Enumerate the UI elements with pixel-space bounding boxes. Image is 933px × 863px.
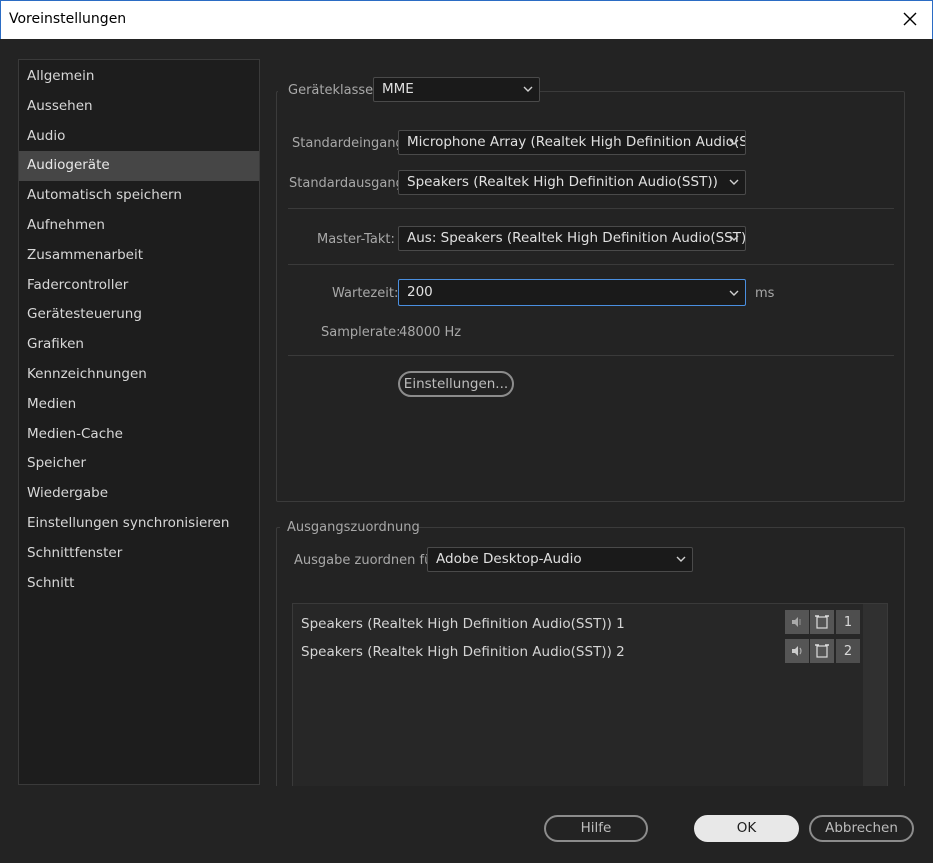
sidebar-item[interactable]: Schnitt (19, 569, 259, 599)
sidebar-item[interactable]: Medien (19, 390, 259, 420)
sidebar-item[interactable]: Wiedergabe (19, 479, 259, 509)
sample-rate-label: Samplerate: (321, 325, 401, 340)
sidebar-item[interactable]: Audiogeräte (19, 151, 259, 182)
chevron-down-icon (729, 235, 739, 241)
map-output-for-value: Adobe Desktop-Audio (436, 551, 582, 567)
sidebar-item[interactable]: Fadercontroller (19, 271, 259, 301)
sidebar-item[interactable]: Automatisch speichern (19, 181, 259, 211)
default-input-label: Standardeingang: (292, 136, 409, 151)
chevron-down-icon (729, 290, 739, 296)
device-settings-button[interactable]: Einstellungen... (398, 371, 514, 397)
default-output-value: Speakers (Realtek High Definition Audio(… (407, 174, 718, 190)
scrollbar[interactable] (863, 604, 887, 792)
sidebar-item[interactable]: Gerätesteuerung (19, 300, 259, 330)
chevron-down-icon (729, 179, 739, 185)
chevron-down-icon (676, 556, 686, 562)
default-output-label: Standardausgang: (289, 176, 409, 191)
preferences-category-list: Allgemein Aussehen Audio Audiogeräte Automat… (18, 59, 260, 785)
default-output-dropdown[interactable]: Speakers (Realtek High Definition Audio(… (398, 170, 746, 195)
sidebar-item[interactable]: Medien-Cache (19, 420, 259, 450)
help-button[interactable]: Hilfe (544, 815, 648, 842)
sidebar-item[interactable]: Kennzeichnungen (19, 360, 259, 390)
chevron-down-icon (729, 139, 739, 145)
help-button-label: Hilfe (580, 820, 612, 836)
divider (288, 355, 894, 356)
sidebar-item[interactable]: Einstellungen synchronisieren (19, 509, 259, 539)
device-settings-button-label: Einstellungen... (403, 376, 509, 392)
speaker-left-icon[interactable] (785, 610, 809, 634)
master-clock-value: Aus: Speakers (Realtek High Definition A… (407, 230, 746, 246)
map-output-for-dropdown[interactable]: Adobe Desktop-Audio (427, 547, 693, 572)
cancel-button-label: Abbrechen (825, 820, 898, 836)
sidebar-item[interactable]: Aufnehmen (19, 211, 259, 241)
close-icon[interactable] (896, 5, 924, 33)
sidebar-item[interactable]: Schnittfenster (19, 539, 259, 569)
map-output-for-label: Ausgabe zuordnen für: (294, 553, 442, 568)
latency-unit: ms (755, 286, 775, 301)
channel-frame-icon[interactable] (810, 610, 834, 634)
channel-number-button[interactable]: 2 (836, 639, 860, 663)
sample-rate-value: 48000 Hz (399, 325, 462, 340)
title-bar: Voreinstellungen (0, 0, 933, 39)
latency-label: Wartezeit: (332, 286, 399, 301)
window-title: Voreinstellungen (9, 11, 127, 27)
cancel-button[interactable]: Abbrechen (809, 815, 914, 842)
output-channel-list[interactable]: Speakers (Realtek High Definition Audio(… (292, 603, 888, 793)
chevron-down-icon (523, 86, 533, 92)
ok-button-label: OK (736, 820, 757, 836)
sidebar-item[interactable]: Grafiken (19, 330, 259, 360)
default-input-dropdown[interactable]: Microphone Array (Realtek High Definitio… (398, 130, 746, 155)
sidebar-item[interactable]: Aussehen (19, 92, 259, 122)
channel-number-button[interactable]: 1 (836, 610, 860, 634)
channel-number: 1 (843, 614, 853, 630)
channel-frame-icon[interactable] (810, 639, 834, 663)
sidebar-item[interactable]: Speicher (19, 449, 259, 479)
latency-value: 200 (407, 284, 433, 300)
divider (288, 264, 894, 265)
sidebar-item[interactable]: Audio (19, 122, 259, 152)
default-input-value: Microphone Array (Realtek High Definitio… (407, 134, 746, 150)
output-channel-row[interactable]: Speakers (Realtek High Definition Audio(… (301, 644, 625, 660)
channel-number: 2 (843, 643, 853, 659)
master-clock-dropdown[interactable]: Aus: Speakers (Realtek High Definition A… (398, 226, 746, 251)
sidebar-item[interactable]: Allgemein (19, 62, 259, 92)
sidebar-item[interactable]: Zusammenarbeit (19, 241, 259, 271)
speaker-right-icon[interactable] (785, 639, 809, 663)
device-class-dropdown[interactable]: MME (373, 77, 540, 102)
device-class-value: MME (382, 81, 414, 97)
latency-dropdown[interactable]: 200 (398, 279, 746, 306)
output-channel-row[interactable]: Speakers (Realtek High Definition Audio(… (301, 616, 625, 632)
device-class-label: Geräteklasse: (288, 83, 378, 98)
ok-button[interactable]: OK (694, 815, 799, 842)
output-mapping-title: Ausgangszuordnung (287, 520, 420, 535)
divider (288, 208, 894, 209)
master-clock-label: Master-Takt: (317, 232, 395, 247)
